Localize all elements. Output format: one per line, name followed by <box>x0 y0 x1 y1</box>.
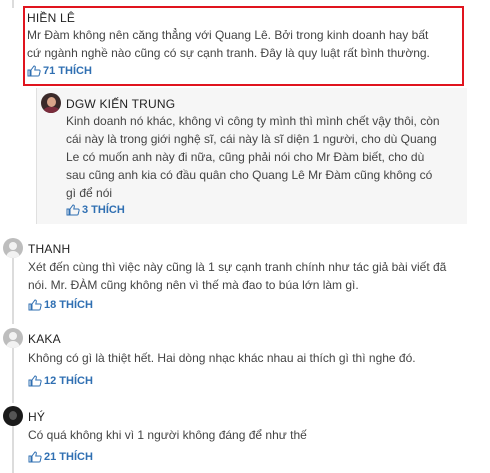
like-count: 3 THÍCH <box>82 204 125 216</box>
thumbs-up-icon <box>66 204 80 216</box>
like-button[interactable]: 3 THÍCH <box>66 204 125 216</box>
thumbs-up-icon <box>27 65 41 77</box>
user-avatar-icon <box>3 238 23 258</box>
thread-line <box>12 254 14 324</box>
comment-text: Có quá không khi vì 1 người không đáng đ… <box>28 428 307 442</box>
comment-author[interactable]: THANH <box>28 242 70 256</box>
like-button[interactable]: 21 THÍCH <box>28 451 93 463</box>
thread-line <box>12 0 14 8</box>
thread-line <box>12 343 14 403</box>
like-count: 18 THÍCH <box>44 299 93 311</box>
comment-text: Xét đến cùng thì việc này cũng là 1 sự c… <box>28 260 447 292</box>
like-count: 71 THÍCH <box>43 65 92 77</box>
user-avatar-icon <box>41 93 61 113</box>
comment-author[interactable]: HÝ <box>28 410 45 424</box>
thumbs-up-icon <box>28 451 42 463</box>
user-avatar-icon <box>3 328 23 348</box>
thread-line <box>12 424 14 473</box>
thumbs-up-icon <box>28 299 42 311</box>
like-button[interactable]: 71 THÍCH <box>27 65 92 77</box>
thumbs-up-icon <box>28 375 42 387</box>
user-avatar-icon <box>3 406 23 426</box>
like-button[interactable]: 18 THÍCH <box>28 299 93 311</box>
comment-author[interactable]: KAKA <box>28 332 61 346</box>
comment-author[interactable]: DGW KIẾN TRUNG <box>66 97 175 111</box>
comment-text: Mr Đàm không nên căng thẳng với Quang Lê… <box>27 28 430 60</box>
comment-text: Kinh doanh nó khác, không vì công ty mìn… <box>66 114 440 200</box>
like-count: 12 THÍCH <box>44 375 93 387</box>
like-count: 21 THÍCH <box>44 451 93 463</box>
comment-author[interactable]: HIỀN LÊ <box>27 11 75 25</box>
like-button[interactable]: 12 THÍCH <box>28 375 93 387</box>
comment-text: Không có gì là thiệt hết. Hai dòng nhạc … <box>28 351 416 365</box>
